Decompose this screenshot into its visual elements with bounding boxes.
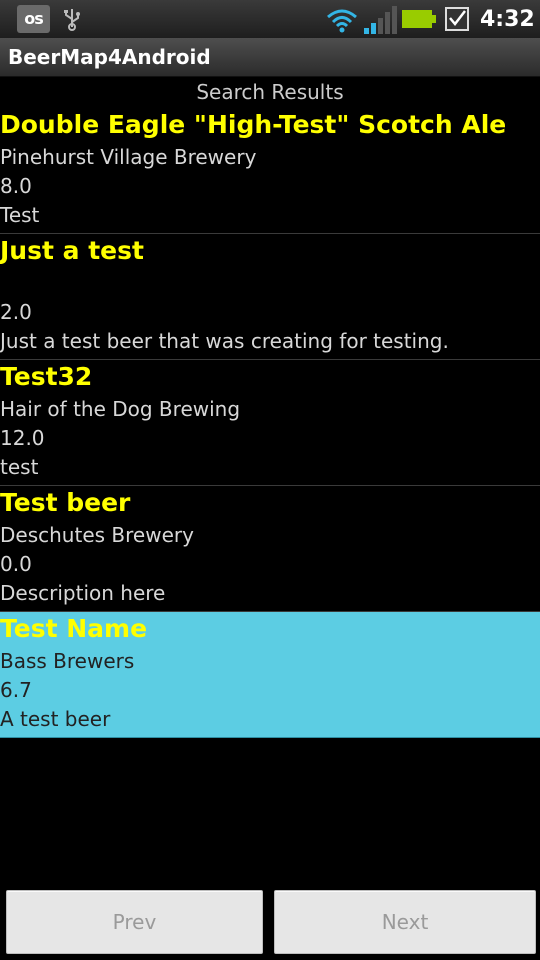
clock: 4:32 [480,7,535,32]
list-item[interactable]: Test beer Deschutes Brewery 0.0 Descript… [0,486,540,612]
beer-name: Test Name [0,614,148,643]
beer-name: Double Eagle "High-Test" Scotch Ale [0,110,507,139]
list-header: Search Results [196,80,344,104]
list-item[interactable]: Just a test 2.0 Just a test beer that wa… [0,234,540,360]
status-bar: os 4:32 [0,0,540,38]
checkbox-notification-icon [445,7,469,31]
beer-description: A test beer [0,707,111,731]
beer-brewery: Bass Brewers [0,649,135,673]
beer-list: Double Eagle "High-Test" Scotch Ale Pine… [0,108,540,738]
usb-icon [64,9,80,31]
beer-name: Test32 [0,362,93,391]
beer-description: Just a test beer that was creating for t… [0,329,449,353]
lastfm-icon: os [17,5,50,33]
beer-brewery: Hair of the Dog Brewing [0,397,241,421]
battery-icon [402,10,436,28]
next-button[interactable]: Next [274,890,536,954]
list-item[interactable]: Double Eagle "High-Test" Scotch Ale Pine… [0,108,540,234]
title-bar: BeerMap4Android [0,38,540,77]
beer-abv: 8.0 [0,174,32,198]
beer-abv: 0.0 [0,552,32,576]
prev-button[interactable]: Prev [6,890,263,954]
beer-abv: 12.0 [0,426,45,450]
list-item[interactable]: Test32 Hair of the Dog Brewing 12.0 test [0,360,540,486]
app-title: BeerMap4Android [8,45,211,69]
wifi-icon [327,9,357,33]
beer-abv: 6.7 [0,678,32,702]
beer-brewery: Pinehurst Village Brewery [0,145,257,169]
beer-name: Test beer [0,488,131,517]
beer-description: test [0,455,39,479]
beer-description: Test [0,203,40,227]
list-item-selected[interactable]: Test Name Bass Brewers 6.7 A test beer [0,612,540,738]
pagination-bar: Prev Next [0,882,540,960]
beer-abv: 2.0 [0,300,32,324]
signal-icon [364,6,397,34]
beer-description: Description here [0,581,166,605]
beer-name: Just a test [0,236,144,265]
beer-brewery: Deschutes Brewery [0,523,194,547]
